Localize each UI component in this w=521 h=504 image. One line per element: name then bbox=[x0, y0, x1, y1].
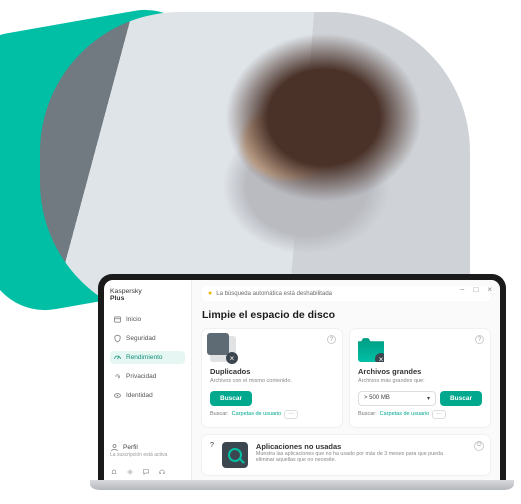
card-unused-apps: ? ⏻ Aplicaciones no usadas Muestra las a… bbox=[202, 435, 490, 475]
search-label: Buscar: bbox=[210, 411, 229, 417]
card-large-files: ? Archivos grandes Archivos más grandes … bbox=[350, 329, 490, 427]
magnifier-icon bbox=[222, 442, 248, 468]
search-button[interactable]: Buscar bbox=[210, 391, 252, 406]
brand-line2: Plus bbox=[110, 295, 185, 302]
sidebar-item-label: Privacidad bbox=[126, 373, 156, 380]
sidebar-item-privacy[interactable]: Privacidad bbox=[110, 370, 185, 383]
fingerprint-icon bbox=[113, 372, 122, 381]
laptop-mockup: − □ × Kaspersky Plus Inicio bbox=[98, 274, 506, 492]
card-duplicates: ? Duplicados Archivos con el mismo conte… bbox=[202, 329, 342, 427]
eye-icon bbox=[113, 391, 122, 400]
laptop-base bbox=[90, 480, 514, 490]
sidebar-item-label: Identidad bbox=[126, 392, 153, 399]
brand: Kaspersky Plus bbox=[110, 288, 185, 303]
sidebar-item-label: Rendimiento bbox=[126, 354, 163, 361]
size-select[interactable]: > 500 MB ▾ bbox=[358, 391, 436, 406]
sidebar-item-label: Inicio bbox=[126, 316, 141, 323]
power-toggle-icon[interactable]: ⏻ bbox=[474, 441, 484, 451]
sidebar: Kaspersky Plus Inicio Seguridad bbox=[104, 280, 192, 480]
window-controls: − □ × bbox=[460, 285, 492, 294]
search-label: Buscar: bbox=[358, 411, 377, 417]
profile-block[interactable]: Perfil La suscripción está activa bbox=[110, 439, 185, 458]
card-title: Aplicaciones no usadas bbox=[256, 442, 456, 451]
more-button[interactable]: ··· bbox=[284, 410, 298, 419]
page-title: Limpie el espacio de disco bbox=[202, 309, 490, 321]
main-panel: ● La búsqueda automática está deshabilit… bbox=[192, 280, 500, 480]
search-link[interactable]: Carpetas de usuario bbox=[232, 411, 282, 417]
card-title: Duplicados bbox=[210, 367, 334, 376]
headset-icon[interactable] bbox=[158, 468, 166, 476]
nav: Inicio Seguridad Rendimiento bbox=[110, 313, 185, 402]
minimize-icon[interactable]: − bbox=[460, 285, 465, 294]
chat-icon[interactable] bbox=[142, 468, 150, 476]
sidebar-item-label: Seguridad bbox=[126, 335, 156, 342]
search-link[interactable]: Carpetas de usuario bbox=[380, 411, 430, 417]
sidebar-item-performance[interactable]: Rendimiento bbox=[110, 351, 185, 364]
search-button[interactable]: Buscar bbox=[440, 391, 482, 406]
search-scope-line: Buscar: Carpetas de usuario ··· bbox=[210, 410, 334, 419]
size-select-value: > 500 MB bbox=[364, 395, 390, 401]
shield-icon bbox=[113, 334, 122, 343]
brand-line1: Kaspersky bbox=[110, 288, 142, 295]
sidebar-bottom-icons bbox=[110, 464, 185, 476]
help-icon[interactable]: ? bbox=[475, 335, 484, 344]
maximize-icon[interactable]: □ bbox=[473, 285, 478, 294]
card-sub: Muestra las aplicaciones que no ha usado… bbox=[256, 451, 456, 464]
card-sub: Archivos con el mismo contenido. bbox=[210, 378, 334, 385]
search-scope-line: Buscar: Carpetas de usuario ··· bbox=[358, 410, 482, 419]
more-button[interactable]: ··· bbox=[432, 410, 446, 419]
speedometer-icon bbox=[113, 353, 122, 362]
folder-icon bbox=[358, 336, 384, 362]
cards-row: ? Duplicados Archivos con el mismo conte… bbox=[202, 329, 490, 427]
help-icon[interactable]: ? bbox=[327, 335, 336, 344]
app-window: Kaspersky Plus Inicio Seguridad bbox=[104, 280, 500, 480]
bell-icon[interactable] bbox=[110, 468, 118, 476]
user-icon bbox=[110, 443, 119, 452]
gear-icon[interactable] bbox=[126, 468, 134, 476]
notice-bar: ● La búsqueda automática está deshabilit… bbox=[202, 286, 490, 301]
card-sub: Archivos más grandes que: bbox=[358, 378, 482, 385]
notice-text: La búsqueda automática está deshabilitad… bbox=[216, 291, 332, 297]
sidebar-item-security[interactable]: Seguridad bbox=[110, 332, 185, 345]
chevron-down-icon: ▾ bbox=[427, 395, 430, 402]
profile-sub: La suscripción está activa bbox=[110, 452, 185, 458]
card-title: Archivos grandes bbox=[358, 367, 482, 376]
profile-title: Perfil bbox=[123, 444, 138, 451]
close-icon[interactable]: × bbox=[487, 285, 492, 294]
help-icon[interactable]: ? bbox=[210, 442, 214, 468]
duplicates-icon bbox=[210, 336, 236, 362]
home-icon bbox=[113, 315, 122, 324]
sidebar-item-identity[interactable]: Identidad bbox=[110, 389, 185, 402]
warning-icon: ● bbox=[208, 290, 212, 297]
sidebar-item-home[interactable]: Inicio bbox=[110, 313, 185, 326]
